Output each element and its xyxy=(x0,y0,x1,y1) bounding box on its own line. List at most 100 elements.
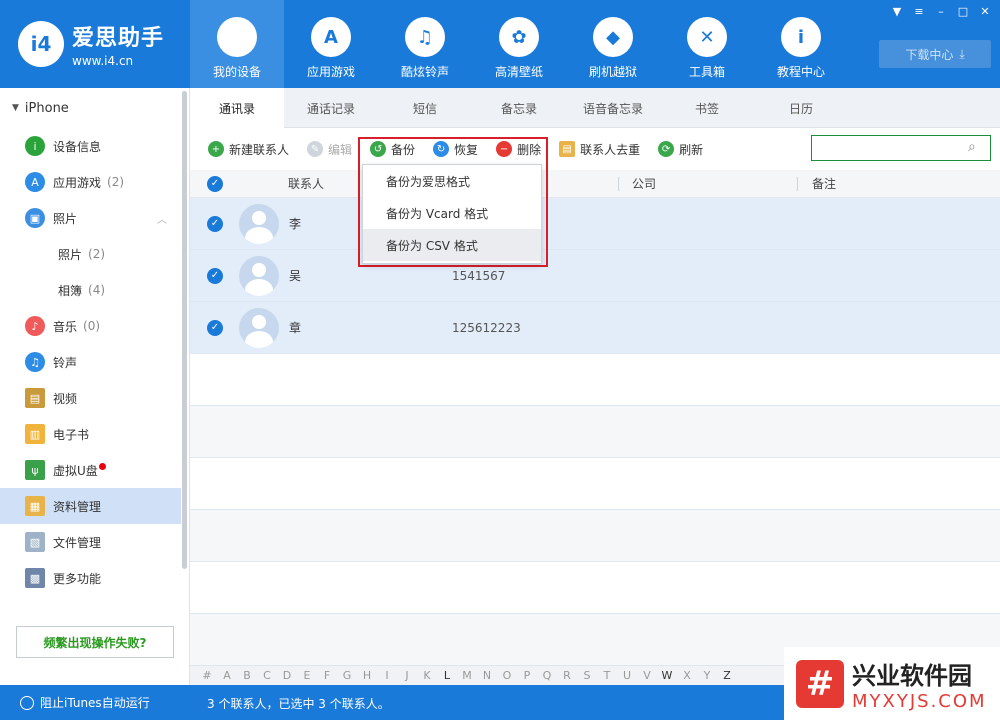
sidebar-item-count: (2) xyxy=(107,175,125,189)
sidebar-item-count: (0) xyxy=(83,319,101,333)
chevron-up-icon[interactable]: ︿ xyxy=(157,211,167,226)
table-row[interactable]: ✓ 章 125612223 xyxy=(190,302,1000,354)
alphabet-letter[interactable]: N xyxy=(477,669,497,682)
help-button[interactable]: 频繁出现操作失败? xyxy=(16,626,174,658)
alphabet-letter[interactable]: O xyxy=(497,669,517,682)
sidebar-item-3[interactable]: 照片 (2) xyxy=(0,236,189,272)
file-icon: ▧ xyxy=(25,532,45,552)
sidebar-item-12[interactable]: ▩ 更多功能 xyxy=(0,560,189,596)
alphabet-letter[interactable]: R xyxy=(557,669,577,682)
edit-label: 编辑 xyxy=(328,142,353,157)
alphabet-letter[interactable]: Z xyxy=(717,669,737,682)
alphabet-letter[interactable]: K xyxy=(417,669,437,682)
dedupe-button[interactable]: ▤ 联系人去重 xyxy=(559,141,640,158)
sidebar-item-1[interactable]: A 应用游戏 (2) xyxy=(0,164,189,200)
sidebar-item-0[interactable]: i 设备信息 xyxy=(0,128,189,164)
sidebar-item-9[interactable]: ψ 虚拟U盘 xyxy=(0,452,189,488)
alphabet-letter[interactable]: G xyxy=(337,669,357,682)
sidebar-item-label: 更多功能 xyxy=(53,571,102,586)
skin-icon[interactable]: ▼ xyxy=(888,3,906,19)
select-all-checkbox[interactable]: ✓ xyxy=(207,175,223,192)
menu-icon[interactable]: ≡ xyxy=(910,3,928,19)
app-store-icon: A xyxy=(311,17,351,57)
alphabet-letter[interactable]: I xyxy=(377,669,397,682)
sidebar-item-6[interactable]: ♫ 铃声 xyxy=(0,344,189,380)
apple-icon xyxy=(217,17,257,57)
edit-button[interactable]: ✎ 编辑 xyxy=(307,141,352,158)
nav-item-3[interactable]: ✿ 高清壁纸 xyxy=(472,0,566,88)
alphabet-letter[interactable]: U xyxy=(617,669,637,682)
col-header-note[interactable]: 备注 xyxy=(812,175,836,192)
logo-badge: i4 xyxy=(18,21,64,67)
sidebar-scrollbar[interactable] xyxy=(182,91,187,569)
col-header-company[interactable]: 公司 xyxy=(632,175,656,192)
alphabet-letter[interactable]: C xyxy=(257,669,277,682)
alphabet-letter[interactable]: H xyxy=(357,669,377,682)
nav-item-5[interactable]: ✕ 工具箱 xyxy=(660,0,754,88)
search-input[interactable]: ⌕ xyxy=(811,135,991,161)
new-contact-button[interactable]: + 新建联系人 xyxy=(208,141,289,158)
alphabet-letter[interactable]: A xyxy=(217,669,237,682)
tab-2[interactable]: 短信 xyxy=(378,88,472,128)
close-icon[interactable]: ✕ xyxy=(976,3,994,19)
alphabet-letter[interactable]: V xyxy=(637,669,657,682)
download-center-button[interactable]: 下载中心 ⤓ xyxy=(879,40,991,68)
maximize-icon[interactable]: □ xyxy=(954,3,972,19)
sidebar-item-label: 照片 xyxy=(53,211,78,226)
alphabet-letter[interactable]: W xyxy=(657,669,677,682)
table-row[interactable]: ✓ 吴 1541567 xyxy=(190,250,1000,302)
device-name: iPhone xyxy=(24,100,69,116)
tab-3[interactable]: 备忘录 xyxy=(472,88,566,128)
dropdown-item-1[interactable]: 备份为 Vcard 格式 xyxy=(363,197,541,229)
tab-5[interactable]: 书签 xyxy=(660,88,754,128)
refresh-label: 刷新 xyxy=(679,142,704,157)
nav-item-2[interactable]: ♫ 酷炫铃声 xyxy=(378,0,472,88)
alphabet-letter[interactable]: X xyxy=(677,669,697,682)
row-checkbox[interactable]: ✓ xyxy=(207,319,223,336)
sidebar-item-11[interactable]: ▧ 文件管理 xyxy=(0,524,189,560)
sidebar-item-label: 视频 xyxy=(53,391,78,406)
alphabet-letter[interactable]: T xyxy=(597,669,617,682)
row-checkbox[interactable]: ✓ xyxy=(207,267,223,284)
dropdown-item-0[interactable]: 备份为爱思格式 xyxy=(363,165,541,197)
alphabet-letter[interactable]: B xyxy=(237,669,257,682)
alphabet-letter[interactable]: J xyxy=(397,669,417,682)
nav-item-6[interactable]: i 教程中心 xyxy=(754,0,848,88)
video-icon: ▤ xyxy=(25,388,45,408)
sidebar-item-10[interactable]: ▦ 资料管理 xyxy=(0,488,181,524)
alphabet-letter[interactable]: # xyxy=(197,669,217,682)
nav-item-4[interactable]: ◆ 刷机越狱 xyxy=(566,0,660,88)
sidebar-item-8[interactable]: ▥ 电子书 xyxy=(0,416,189,452)
sidebar-item-2[interactable]: ▣ 照片 ︿ xyxy=(0,200,189,236)
alphabet-letter[interactable]: D xyxy=(277,669,297,682)
alphabet-letter[interactable]: S xyxy=(577,669,597,682)
nav-item-0[interactable]: 我的设备 xyxy=(190,0,284,88)
tab-0[interactable]: 通讯录 xyxy=(190,88,284,128)
tab-4[interactable]: 语音备忘录 xyxy=(566,88,660,128)
sidebar-item-4[interactable]: 相簿 (4) xyxy=(0,272,189,308)
col-header-name[interactable]: 联系人 xyxy=(288,175,324,192)
tab-6[interactable]: 日历 xyxy=(754,88,848,128)
sidebar-item-7[interactable]: ▤ 视频 xyxy=(0,380,189,416)
refresh-button[interactable]: ⟳ 刷新 xyxy=(658,141,703,158)
alphabet-letter[interactable]: L xyxy=(437,669,457,682)
plus-icon: + xyxy=(208,141,224,157)
alphabet-letter[interactable]: P xyxy=(517,669,537,682)
table-row[interactable]: ✓ 李 xyxy=(190,198,1000,250)
alphabet-letter[interactable]: M xyxy=(457,669,477,682)
column-divider xyxy=(797,177,798,191)
sidebar-item-5[interactable]: ♪ 音乐 (0) xyxy=(0,308,189,344)
row-checkbox[interactable]: ✓ xyxy=(207,215,223,232)
device-selector[interactable]: ▼ iPhone xyxy=(0,88,189,128)
alphabet-letter[interactable]: E xyxy=(297,669,317,682)
minimize-icon[interactable]: – xyxy=(932,3,950,19)
download-icon: ⤓ xyxy=(959,46,965,61)
alphabet-letter[interactable]: Y xyxy=(697,669,717,682)
alphabet-letter[interactable]: F xyxy=(317,669,337,682)
block-itunes-toggle[interactable]: 阻止iTunes自动运行 xyxy=(20,694,150,711)
tab-1[interactable]: 通话记录 xyxy=(284,88,378,128)
dropdown-item-2[interactable]: 备份为 CSV 格式 xyxy=(363,229,541,261)
alphabet-letter[interactable]: Q xyxy=(537,669,557,682)
empty-row xyxy=(190,458,1000,510)
nav-item-1[interactable]: A 应用游戏 xyxy=(284,0,378,88)
